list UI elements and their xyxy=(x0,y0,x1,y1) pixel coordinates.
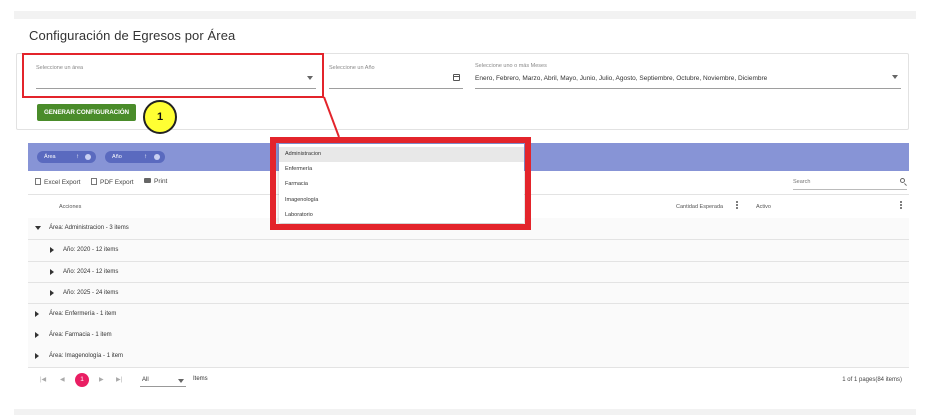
sort-asc-icon[interactable]: ↑ xyxy=(144,151,147,163)
column-menu-icon[interactable] xyxy=(736,201,738,210)
annotation-badge: 1 xyxy=(143,100,177,134)
table-row[interactable]: Año: 2025 - 24 items xyxy=(28,283,909,304)
page-size-select[interactable]: All xyxy=(140,374,186,387)
pager-current-page[interactable]: 1 xyxy=(75,373,89,387)
months-select-label: Seleccione uno o más Meses xyxy=(475,63,547,69)
months-select-value: Enero, Febrero, Marzo, Abril, Mayo, Juni… xyxy=(475,75,768,82)
group-row-label: Área: Farmacia - 1 item xyxy=(49,332,112,338)
group-row-label: Área: Imagenología - 1 item xyxy=(49,353,124,359)
expand-icon[interactable] xyxy=(35,332,39,338)
excel-export-label: Excel Export xyxy=(44,179,81,186)
group-chip-year[interactable]: Año ↑ xyxy=(105,151,165,163)
expand-icon[interactable] xyxy=(50,269,54,275)
column-header-cantidad-esperada[interactable]: Cantidad Esperada xyxy=(676,204,723,210)
pager-items-label: Items xyxy=(193,376,208,382)
generate-config-button[interactable]: GENERAR CONFIGURACIÓN xyxy=(37,104,136,121)
search-input[interactable] xyxy=(793,175,888,189)
print-icon xyxy=(144,178,151,183)
print-label: Print xyxy=(154,178,168,185)
expand-icon[interactable] xyxy=(50,290,54,296)
group-row-label: Año: 2025 - 24 items xyxy=(63,290,119,296)
excel-export-button[interactable]: Excel Export xyxy=(35,178,81,186)
sort-asc-icon[interactable]: ↑ xyxy=(76,151,79,163)
chevron-down-icon[interactable] xyxy=(178,379,184,383)
table-row[interactable]: Área: Imagenología - 1 item xyxy=(28,346,909,367)
group-chip-year-label: Año xyxy=(112,154,122,160)
collapse-icon[interactable] xyxy=(35,226,41,230)
pdf-export-button[interactable]: PDF Export xyxy=(91,178,134,186)
search-icon[interactable] xyxy=(900,178,905,183)
table-row[interactable]: Año: 2024 - 12 items xyxy=(28,262,909,283)
pager-next-button[interactable]: ▶ xyxy=(99,376,104,383)
pager-info: 1 of 1 pages(84 items) xyxy=(842,377,902,383)
print-button[interactable]: Print xyxy=(144,178,167,185)
year-picker-label: Seleccione un Año xyxy=(329,65,375,71)
pager-first-button[interactable]: |◀ xyxy=(40,376,46,383)
column-header-activo[interactable]: Activo xyxy=(756,204,771,210)
column-menu-icon[interactable] xyxy=(900,201,902,210)
expand-icon[interactable] xyxy=(35,311,39,317)
year-picker-underline xyxy=(329,88,463,89)
grid-search[interactable] xyxy=(793,175,907,190)
months-select[interactable]: Seleccione uno o más Meses Enero, Febrer… xyxy=(475,63,901,89)
group-row-label: Área: Enfermería - 1 item xyxy=(49,311,117,317)
area-highlight-frame xyxy=(22,53,324,98)
group-row-label: Año: 2020 - 12 items xyxy=(63,247,119,253)
row-divider xyxy=(28,367,909,368)
top-bar xyxy=(14,11,916,19)
expand-icon[interactable] xyxy=(35,353,39,359)
table-row[interactable]: Área: Farmacia - 1 item xyxy=(28,325,909,346)
remove-group-icon[interactable] xyxy=(154,154,160,160)
table-row[interactable]: Área: Enfermería - 1 item xyxy=(28,304,909,325)
year-picker[interactable]: Seleccione un Año xyxy=(329,65,463,89)
group-row-label: Año: 2024 - 12 items xyxy=(63,269,119,275)
months-select-underline xyxy=(475,88,901,89)
pager-prev-button[interactable]: ◀ xyxy=(60,376,65,383)
expand-icon[interactable] xyxy=(50,247,54,253)
group-chip-area[interactable]: Área ↑ xyxy=(37,151,96,163)
pager-last-button[interactable]: ▶| xyxy=(116,376,122,383)
chevron-down-icon[interactable] xyxy=(892,75,898,79)
page-title: Configuración de Egresos por Área xyxy=(29,28,236,43)
pdf-file-icon xyxy=(91,178,97,185)
group-chip-area-label: Área xyxy=(44,154,56,160)
column-header-acciones[interactable]: Acciones xyxy=(59,204,81,210)
table-row[interactable]: Año: 2020 - 12 items xyxy=(28,240,909,261)
bottom-bar xyxy=(14,409,916,415)
remove-group-icon[interactable] xyxy=(85,154,91,160)
page-size-value: All xyxy=(142,377,149,383)
group-row-label: Área: Administracion - 3 items xyxy=(49,225,129,231)
pdf-export-label: PDF Export xyxy=(100,179,134,186)
excel-file-icon xyxy=(35,178,41,185)
calendar-icon[interactable] xyxy=(453,74,460,81)
dropdown-highlight-frame xyxy=(270,137,531,230)
